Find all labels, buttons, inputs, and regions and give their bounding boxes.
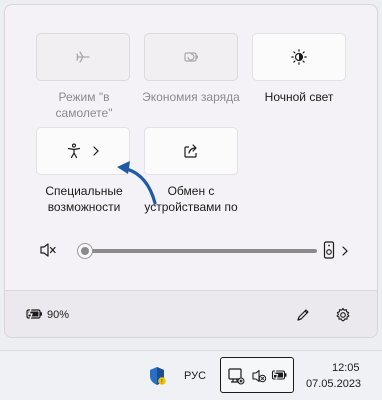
taskbar: ! РУС 12:05 07.05.2023 xyxy=(0,350,382,400)
system-tray-group[interactable] xyxy=(220,357,294,393)
battery-percent: 90% xyxy=(47,309,70,321)
settings-gear-icon[interactable] xyxy=(335,307,351,328)
battery-icon[interactable] xyxy=(25,307,45,326)
volume-slider-track[interactable] xyxy=(85,249,317,253)
quick-settings-footer: 90% xyxy=(5,290,377,337)
quick-settings-panel: Режим "в самолете" Экономия заряда Ночно… xyxy=(4,4,378,338)
language-indicator[interactable]: РУС xyxy=(184,370,206,382)
annotation-arrow xyxy=(117,161,157,205)
clock-time[interactable]: 12:05 xyxy=(332,362,360,374)
volume-slider-thumb[interactable] xyxy=(77,243,93,259)
edit-pencil-icon[interactable] xyxy=(295,307,311,328)
battery-charging-icon[interactable] xyxy=(271,368,289,387)
chevron-right-icon[interactable] xyxy=(341,244,349,262)
audio-output-device-icon[interactable] xyxy=(323,241,335,264)
windows-security-shield-icon[interactable]: ! xyxy=(148,366,166,391)
speaker-muted-icon[interactable] xyxy=(39,242,57,263)
clock-date[interactable]: 07.05.2023 xyxy=(306,378,361,390)
volume-muted-icon[interactable] xyxy=(251,368,267,389)
network-ethernet-icon[interactable] xyxy=(227,367,245,390)
